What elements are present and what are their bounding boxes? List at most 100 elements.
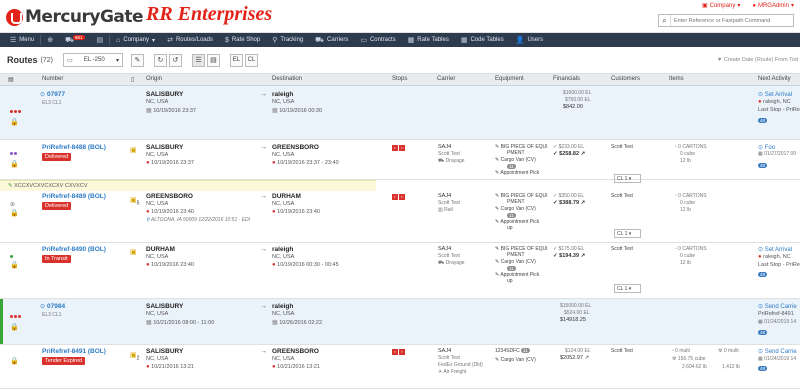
edit-filter-button[interactable]: ✎ bbox=[130, 53, 144, 67]
nav-menu[interactable]: ☰ Menu bbox=[4, 33, 40, 47]
shipment-number[interactable]: PriRefref-8489 (BOL) bbox=[42, 193, 106, 200]
nav-contracts[interactable]: ▭ Contracts bbox=[354, 33, 401, 47]
carrier-code[interactable]: SAJ4 bbox=[438, 246, 451, 252]
items-cube: ☢ 156.75 cube bbox=[672, 356, 706, 362]
nav-routes-loads[interactable]: ⇄ Routes/Loads bbox=[161, 33, 219, 47]
customer-name[interactable]: Scott Test bbox=[611, 193, 633, 199]
table-row[interactable]: ⊕ 🔒 PriRefref-8489 (BOL) Delivered ▣5 GR… bbox=[0, 191, 800, 243]
customer-name[interactable]: Scott Test bbox=[611, 144, 633, 150]
shipment-number[interactable]: PriRefref-8488 (BOL) bbox=[42, 144, 106, 151]
user-menu[interactable]: ● MRGAdmin ▾ bbox=[752, 2, 794, 10]
nav-code-tables[interactable]: ▦ Code Tables bbox=[455, 33, 510, 47]
next-activity-line2: Last Stop - PriRe bbox=[758, 262, 800, 268]
company-link[interactable]: ▣ Company ▾ bbox=[702, 2, 740, 10]
grid-view-button[interactable]: ▤ bbox=[206, 53, 220, 67]
refresh-icon: ↻ bbox=[157, 57, 164, 64]
next-activity-line1: ▦ 01/27/2017 00 bbox=[758, 151, 797, 157]
next-activity-title[interactable]: ⊙ Set Arrival bbox=[758, 246, 792, 253]
fin-line-3: $842.00 bbox=[563, 104, 583, 110]
dest-date: ● 10/19/2016 00:30 - 00:45 bbox=[272, 262, 339, 268]
origin-date: ● 10/19/2016 23:40 bbox=[146, 209, 194, 215]
customer-select[interactable]: CL 1 ▾ bbox=[614, 174, 641, 183]
calendar-icon: ▦ bbox=[758, 319, 763, 325]
rateshop-icon: $ bbox=[224, 36, 229, 44]
nav-company[interactable]: ⌂ Company ▾ bbox=[110, 33, 161, 47]
stops-icons[interactable]: ▪ ▪ bbox=[392, 193, 406, 200]
carrier-code[interactable]: SAJ4 bbox=[438, 193, 451, 199]
nav-users[interactable]: 👤 Users bbox=[510, 33, 549, 47]
carrier-mode: ⛟ Drayage bbox=[438, 158, 465, 164]
col-carrier[interactable]: Carrier bbox=[437, 76, 455, 82]
search-icon[interactable]: ⌕ bbox=[659, 15, 671, 26]
shipment-number[interactable]: PriRefref-8491 (BOL) bbox=[42, 348, 106, 355]
clock-icon: ● bbox=[272, 364, 276, 370]
list-view-button[interactable]: ☰ bbox=[191, 53, 205, 67]
check-icon: ✓ bbox=[553, 151, 558, 157]
carrier-sub: Scott Test bbox=[438, 151, 460, 157]
nav-add[interactable]: ⊕ bbox=[41, 33, 59, 47]
table-row[interactable]: 🔒 PriRefref-8488 (BOL) Delivered ▣ SALIS… bbox=[0, 140, 800, 183]
nav-carriers[interactable]: ⛟ Carriers bbox=[309, 33, 354, 47]
nav-calculator[interactable]: ▤ bbox=[91, 33, 110, 47]
wrench-icon: ✎ bbox=[495, 157, 500, 163]
col-next-activity[interactable]: Next Activity bbox=[758, 76, 791, 82]
nav-rate-tables[interactable]: ▦ Rate Tables bbox=[402, 33, 455, 47]
customer-name[interactable]: Scott Test bbox=[611, 348, 633, 354]
el-toggle[interactable]: EL bbox=[229, 53, 243, 67]
dest-date: ▦ 10/19/2016 00:30 bbox=[272, 108, 323, 114]
next-activity-title[interactable]: ⊙ Set Arrival bbox=[758, 91, 792, 98]
filter-select[interactable]: ▭ EL -250 ▾ bbox=[62, 53, 123, 67]
dest-state: NC, USA bbox=[272, 254, 295, 260]
next-activity-title[interactable]: ⊙ Send Carrie bbox=[758, 303, 797, 310]
customer-name[interactable]: Scott Test bbox=[611, 246, 633, 252]
clock-icon: ● bbox=[146, 262, 150, 268]
cl-toggle[interactable]: CL bbox=[244, 53, 258, 67]
customer-select[interactable]: CL 1 ▾ bbox=[614, 284, 641, 293]
nav-tracking[interactable]: ⚲ Tracking bbox=[266, 33, 309, 47]
search-input[interactable] bbox=[671, 15, 791, 26]
col-items[interactable]: Items bbox=[669, 76, 684, 82]
history-button[interactable]: ↺ bbox=[168, 53, 182, 67]
equipment-3: ✎ Appointment Pick bbox=[495, 170, 540, 176]
col-origin[interactable]: Origin bbox=[146, 76, 162, 82]
next-activity-title[interactable]: ⊙ Send Carrie bbox=[758, 348, 797, 355]
carrier-code[interactable]: SAJ4 bbox=[438, 348, 451, 354]
filter-icon: ▼ bbox=[716, 57, 723, 63]
col-customers[interactable]: Customers bbox=[611, 76, 640, 82]
customer-select[interactable]: CL 1 ▾ bbox=[614, 229, 641, 238]
col-destination[interactable]: Destination bbox=[272, 76, 302, 82]
stops-icons[interactable]: ▪ ▪ bbox=[392, 144, 406, 151]
carrier-sub: Scott Test bbox=[438, 200, 460, 206]
items-multi-2: ☢ 0 multi bbox=[718, 348, 739, 354]
equipment-3: ✎ Appointment Pick bbox=[495, 219, 540, 225]
select-all-icon[interactable]: ▤ bbox=[8, 76, 14, 83]
table-row[interactable]: 🔒 PriRefref-8491 (BOL) Tender Expired ▣2… bbox=[0, 345, 800, 389]
route-number[interactable]: ⊙ 07984 bbox=[40, 303, 65, 310]
train-icon: ▥ bbox=[438, 207, 443, 213]
nav-rate-shop[interactable]: $ Rate Shop bbox=[219, 33, 266, 47]
carrier-code[interactable]: SAJ4 bbox=[438, 144, 451, 150]
document-icon[interactable]: ▣ bbox=[130, 146, 137, 154]
table-row[interactable]: 🔒 PriRefref-8490 (BOL) In Transit ▣ DURH… bbox=[0, 243, 800, 299]
dest-city: raleigh bbox=[272, 303, 294, 310]
calendar-icon: ▦ bbox=[146, 320, 152, 326]
route-number[interactable]: ⊙ 07977 bbox=[40, 91, 65, 98]
refresh-button[interactable]: ↻ bbox=[153, 53, 167, 67]
col-equipment[interactable]: Equipment bbox=[495, 76, 524, 82]
logo-text: MercuryGate bbox=[25, 7, 144, 27]
mercurygate-logo[interactable]: MercuryGate bbox=[6, 7, 144, 27]
col-stops[interactable]: Stops bbox=[392, 76, 407, 82]
table-row[interactable]: 🔒 ⊙ 07977 EL3 CL1 SALISBURY NC, USA ▦ 10… bbox=[0, 86, 800, 140]
table-row[interactable]: 🔒 ⊙ 07984 EL3 CL1 SALISBURY NC, USA ▦ 10… bbox=[0, 299, 800, 345]
document-icon[interactable]: ▣5 bbox=[130, 196, 139, 206]
next-activity-title[interactable]: ⊙ Foo bbox=[758, 144, 775, 151]
stops-icons[interactable]: ▪ ▪ bbox=[392, 348, 406, 355]
document-icon[interactable]: ▣2 bbox=[130, 351, 139, 361]
routes-toolbar: Routes (72) ▭ EL -250 ▾ ✎ ↻ ↺ ☰ ▤ EL CL … bbox=[0, 47, 800, 74]
document-icon[interactable]: ▣ bbox=[130, 248, 137, 256]
col-number[interactable]: Number bbox=[42, 76, 63, 82]
shipment-number[interactable]: PriRefref-8490 (BOL) bbox=[42, 246, 106, 253]
logo-mark-icon bbox=[6, 8, 23, 26]
col-financials[interactable]: Financials bbox=[553, 76, 580, 82]
nav-alerts[interactable]: ⛟ 881 bbox=[59, 33, 90, 47]
